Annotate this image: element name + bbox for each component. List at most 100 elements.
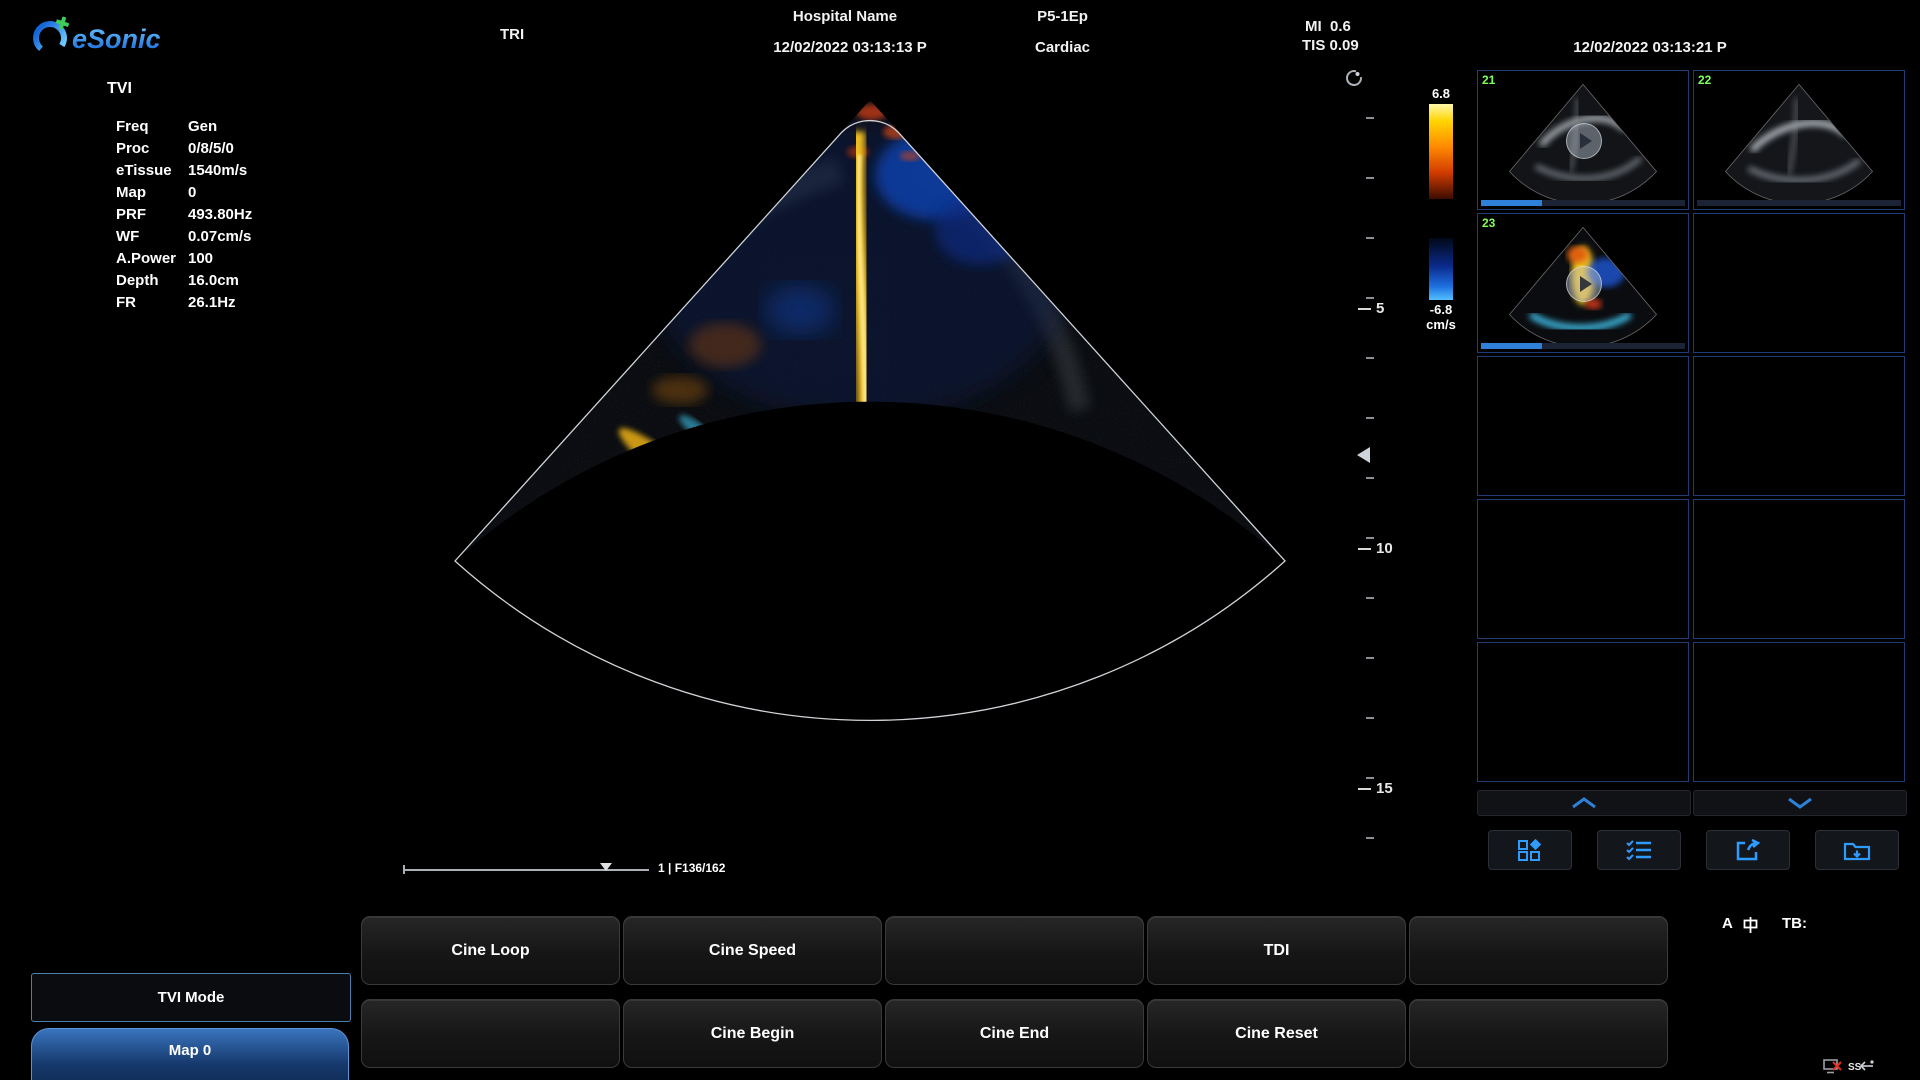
param-row: eTissue1540m/s [116, 160, 252, 182]
colorbar-positive [1429, 104, 1453, 199]
param-value: 26.1Hz [188, 294, 236, 311]
doppler-sector [380, 60, 1360, 870]
param-label: Map [116, 182, 188, 204]
thumbnails-scroll-up-button[interactable] [1477, 790, 1691, 816]
button-label: Cine Speed [709, 942, 796, 960]
depth-tick [1358, 548, 1371, 550]
thumbnail-number: 23 [1482, 216, 1495, 230]
chevron-up-icon [1569, 797, 1599, 809]
button-label: Cine Loop [451, 942, 529, 960]
thumbnail-progress-bar [1697, 200, 1901, 206]
chevron-down-icon [1785, 797, 1815, 809]
exam-type-label: TRI [500, 26, 524, 43]
usb-status-icon: SS [1847, 1058, 1875, 1075]
button-label: TDI [1264, 942, 1290, 960]
blank-touch-button[interactable] [1409, 916, 1668, 985]
param-label: WF [116, 226, 188, 248]
cine-end-button[interactable]: Cine End [885, 999, 1144, 1068]
thumbnails-scroll-down-button[interactable] [1693, 790, 1907, 816]
depth-mark: 15 [1358, 780, 1393, 797]
map-button[interactable]: Map 0 [31, 1028, 349, 1080]
param-value: 0.07cm/s [188, 228, 251, 245]
button-label: Cine End [980, 1025, 1049, 1043]
folder-icon [1843, 838, 1871, 862]
param-label: eTissue [116, 160, 188, 182]
param-row: FR26.1Hz [116, 292, 252, 314]
empty-thumbnail-cell [1693, 356, 1905, 496]
depth-mark: 10 [1358, 540, 1393, 557]
thumbnail-progress-bar [1481, 200, 1685, 206]
mi-label: MI [1305, 18, 1322, 35]
param-row: FreqGen [116, 116, 252, 138]
body-mark-label: A [1722, 915, 1733, 932]
cine-begin-button[interactable]: Cine Begin [623, 999, 882, 1068]
language-indicator[interactable] [1742, 916, 1759, 934]
cine-scrubber-marker[interactable] [600, 863, 612, 871]
play-icon[interactable] [1566, 266, 1602, 302]
param-value: 1540m/s [188, 162, 247, 179]
tb-label: TB: [1782, 915, 1807, 932]
clip-datetime: 12/02/2022 03:13:21 P [1550, 39, 1750, 56]
depth-label: 15 [1376, 780, 1393, 797]
export-button[interactable] [1706, 830, 1790, 870]
depth-label: 10 [1376, 540, 1393, 557]
checklist-icon [1625, 839, 1653, 861]
button-label: Map 0 [169, 1042, 212, 1059]
archive-button[interactable] [1815, 830, 1899, 870]
exam-datetime: 12/02/2022 03:13:13 P [750, 39, 950, 56]
play-icon[interactable] [1566, 123, 1602, 159]
cine-scrubber[interactable] [404, 869, 649, 871]
probe-name: P5-1Ep [1015, 8, 1110, 25]
tis-readout: TIS 0.09 [1302, 37, 1359, 54]
review-list-button[interactable] [1597, 830, 1681, 870]
cine-speed-button[interactable]: Cine Speed [623, 916, 882, 985]
button-label: TVI Mode [158, 989, 225, 1006]
cine-loop-button[interactable]: Cine Loop [361, 916, 620, 985]
param-label: Freq [116, 116, 188, 138]
blank-touch-button[interactable] [361, 999, 620, 1068]
param-value: Gen [188, 118, 217, 135]
tis-label: TIS [1302, 37, 1325, 54]
empty-thumbnail-cell [1693, 213, 1905, 353]
param-row: Proc0/8/5/0 [116, 138, 252, 160]
network-status-icon [1822, 1058, 1842, 1075]
colorbar-negative [1429, 238, 1453, 300]
cine-reset-button[interactable]: Cine Reset [1147, 999, 1406, 1068]
thumbnail-progress-bar [1481, 343, 1685, 349]
blank-touch-button[interactable] [1409, 999, 1668, 1068]
param-value: 0 [188, 184, 196, 201]
colorbar-max-value: 6.8 [1418, 86, 1464, 101]
active-mode-label: TVI [107, 80, 132, 98]
focus-marker-icon[interactable] [1357, 447, 1370, 463]
depth-label: 5 [1376, 300, 1384, 317]
param-label: Proc [116, 138, 188, 160]
ultrasound-image[interactable] [380, 60, 1360, 870]
param-label: A.Power [116, 248, 188, 270]
tdi-button[interactable]: TDI [1147, 916, 1406, 985]
thumbnail-number: 21 [1482, 73, 1495, 87]
thumbnail-progress-fill [1481, 200, 1542, 206]
thumbnail-clip[interactable]: 22 [1693, 70, 1905, 210]
tvi-mode-button[interactable]: TVI Mode [31, 973, 351, 1022]
probe-orientation-icon [1344, 68, 1364, 88]
thumbnail-number: 22 [1698, 73, 1711, 87]
thumbnail-clip[interactable]: 21 [1477, 70, 1689, 210]
param-label: FR [116, 292, 188, 314]
empty-thumbnail-cell [1477, 499, 1689, 639]
blank-touch-button[interactable] [885, 916, 1144, 985]
layout-button[interactable] [1488, 830, 1572, 870]
param-label: Depth [116, 270, 188, 292]
mi-readout: MI 0.6 [1305, 18, 1351, 35]
colorbar-min-value: -6.8 [1414, 302, 1468, 317]
depth-tick [1358, 308, 1371, 310]
param-row: Map0 [116, 182, 252, 204]
logo-text: eSonic [72, 24, 161, 54]
colorbar-unit: cm/s [1414, 317, 1468, 332]
empty-thumbnail-cell [1693, 499, 1905, 639]
param-row: Depth16.0cm [116, 270, 252, 292]
export-icon [1735, 838, 1761, 862]
param-label: PRF [116, 204, 188, 226]
param-value: 16.0cm [188, 272, 239, 289]
thumbnail-clip[interactable]: 23 [1477, 213, 1689, 353]
ultrasound-screen: eSonic TRI Hospital Name 12/02/2022 03:1… [0, 0, 1920, 1080]
